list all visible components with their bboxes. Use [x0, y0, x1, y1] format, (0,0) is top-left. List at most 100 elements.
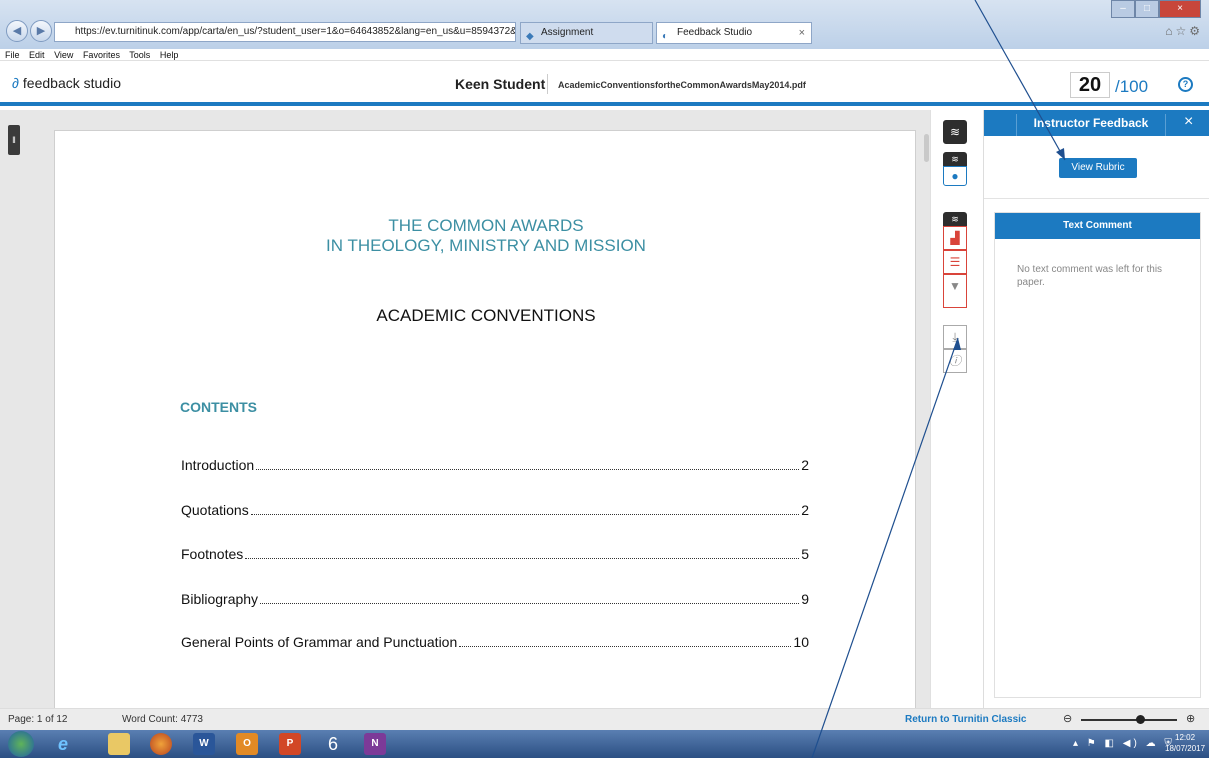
windows-taskbar: e W O P 6 N ▴ ⚑ ◧ ◀) ☁ ⛨ 12:02 18/07/201…	[0, 730, 1209, 758]
word-icon[interactable]: W	[193, 733, 215, 755]
download-icon[interactable]: ⤓	[943, 325, 967, 349]
toc-leader	[256, 458, 800, 470]
close-window-button[interactable]: ×	[1159, 0, 1201, 18]
menu-help[interactable]: Help	[160, 50, 179, 60]
app-logo[interactable]: ∂ feedback studio	[12, 75, 121, 91]
maximize-button[interactable]: □	[1135, 0, 1159, 18]
document-page[interactable]: THE COMMON AWARDS IN THEOLOGY, MINISTRY …	[54, 130, 916, 710]
toc-label: Introduction	[181, 457, 255, 473]
text-comment-header: Text Comment	[995, 213, 1200, 239]
close-icon[interactable]: ×	[1184, 113, 1193, 131]
toc-page: 9	[801, 591, 809, 607]
status-bar: Page: 1 of 12 Word Count: 4773 Return to…	[0, 708, 1209, 730]
toc-entry: General Points of Grammar and Punctuatio…	[181, 634, 809, 654]
toc-page: 2	[801, 457, 809, 473]
toc-page: 2	[801, 502, 809, 518]
grading-layer-icon[interactable]: ≋	[943, 152, 967, 166]
document-scrollbar[interactable]	[924, 134, 929, 162]
clock-date: 18/07/2017	[1165, 744, 1206, 753]
toc-page: 10	[793, 634, 809, 650]
menu-favorites[interactable]: Favorites	[83, 50, 120, 60]
text-comment-box: Text Comment No text comment was left fo…	[994, 212, 1201, 698]
outlook-icon[interactable]: O	[236, 733, 258, 755]
toc-label: Bibliography	[181, 591, 259, 607]
toc-entry: Quotations 2	[181, 502, 809, 522]
zoom-in-icon[interactable]: ⊕	[1186, 709, 1195, 730]
all-sources-icon[interactable]: ☰	[943, 250, 967, 274]
toc-entry: Footnotes 5	[181, 546, 809, 566]
start-button-icon[interactable]	[8, 731, 34, 757]
menu-edit[interactable]: Edit	[29, 50, 45, 60]
view-rubric-button[interactable]: View Rubric	[1059, 158, 1137, 178]
system-tray-icons[interactable]: ▴ ⚑ ◧ ◀) ☁ ⛨	[1073, 738, 1175, 749]
similarity-layer-icon[interactable]: ≋	[943, 212, 967, 226]
tab-assignment[interactable]: ◆ Assignment	[520, 22, 653, 44]
toc-entry: Introduction 2	[181, 457, 809, 477]
word-count: Word Count: 4773	[122, 714, 203, 725]
tab-label: Feedback Studio	[677, 27, 753, 38]
internet-explorer-icon[interactable]: e	[52, 733, 74, 755]
menu-tools[interactable]: Tools	[129, 50, 150, 60]
tab-close-icon[interactable]: ×	[799, 23, 805, 43]
powerpoint-icon[interactable]: P	[279, 733, 301, 755]
side-panel-handle[interactable]: ‖	[8, 125, 20, 155]
logo-text: feedback studio	[22, 75, 121, 91]
menu-view[interactable]: View	[54, 50, 73, 60]
toc-leader	[459, 635, 792, 647]
tab-label: Assignment	[541, 27, 594, 38]
minimize-button[interactable]: –	[1111, 0, 1135, 18]
toc-label: Quotations	[181, 502, 249, 518]
toc-page: 5	[801, 546, 809, 562]
comment-bubble-icon[interactable]: ●	[943, 166, 967, 186]
text-comment-body: No text comment was left for this paper.	[1017, 264, 1163, 288]
app-six-icon[interactable]: 6	[322, 733, 344, 755]
menu-file[interactable]: File	[5, 50, 20, 60]
document-title-line-1: THE COMMON AWARDS	[388, 216, 584, 235]
score-input[interactable]: 20	[1070, 72, 1110, 98]
panel-title: Instructor Feedback	[1016, 114, 1166, 136]
header-divider	[547, 74, 548, 94]
help-icon[interactable]: ?	[1178, 77, 1193, 92]
toc-leader	[245, 547, 800, 559]
toc-leader	[250, 503, 800, 515]
address-bar[interactable]: https://ev.turnitinuk.com/app/carta/en_u…	[54, 22, 516, 42]
return-to-classic-link[interactable]: Return to Turnitin Classic	[905, 709, 1027, 730]
document-subtitle: ACADEMIC CONVENTIONS	[376, 306, 596, 325]
filter-icon[interactable]: ▼	[943, 274, 967, 308]
toc-entry: Bibliography 9	[181, 591, 809, 611]
document-workspace: ‖ THE COMMON AWARDS IN THEOLOGY, MINISTR…	[0, 110, 983, 710]
clock-time: 12:02	[1175, 733, 1196, 742]
address-url: https://ev.turnitinuk.com/app/carta/en_u…	[75, 26, 516, 37]
browser-toolbar-icons[interactable]: ⌂☆⚙	[1165, 24, 1203, 38]
file-explorer-icon[interactable]	[108, 733, 130, 755]
panel-header: Instructor Feedback ×	[984, 110, 1209, 136]
student-name: Keen Student	[455, 76, 546, 92]
toc-label: General Points of Grammar and Punctuatio…	[181, 634, 458, 650]
zoom-slider[interactable]	[1081, 719, 1177, 721]
tab-favicon-icon: ◆	[526, 31, 534, 42]
forward-button[interactable]: ▶	[30, 20, 52, 42]
tool-strip: ≋ ≋ ● ≋ ▟ ☰ ▼ ⤓ ⓘ	[930, 110, 983, 708]
layers-icon[interactable]: ≋	[943, 120, 967, 144]
menu-bar: File Edit View Favorites Tools Help	[0, 49, 1209, 61]
back-button[interactable]: ◀	[6, 20, 28, 42]
tab-favicon-icon: ◐	[662, 31, 669, 42]
page-indicator: Page: 1 of 12	[8, 714, 68, 725]
window-controls: – □ ×	[1111, 0, 1201, 18]
contents-heading: CONTENTS	[180, 399, 257, 415]
match-overview-icon[interactable]: ▟	[943, 226, 967, 250]
onenote-icon[interactable]: N	[364, 733, 386, 755]
tab-feedback-studio[interactable]: ◐ Feedback Studio ×	[656, 22, 812, 44]
browser-chrome: ◀ ▶ https://ev.turnitinuk.com/app/carta/…	[0, 0, 1209, 49]
feedback-studio-logo-icon: ∂	[12, 75, 19, 91]
zoom-out-icon[interactable]: ⊖	[1063, 709, 1072, 730]
clock[interactable]: 12:02 18/07/2017	[1165, 732, 1205, 754]
zoom-slider-handle[interactable]	[1136, 715, 1145, 724]
firefox-icon[interactable]	[150, 733, 172, 755]
info-icon[interactable]: ⓘ	[943, 349, 967, 373]
panel-divider	[984, 198, 1209, 199]
instructor-feedback-panel: Instructor Feedback × View Rubric Text C…	[983, 110, 1209, 708]
toc-leader	[260, 592, 800, 604]
app-header: ∂ feedback studio Keen Student AcademicCo…	[0, 62, 1209, 106]
score-max: /100	[1115, 77, 1149, 96]
